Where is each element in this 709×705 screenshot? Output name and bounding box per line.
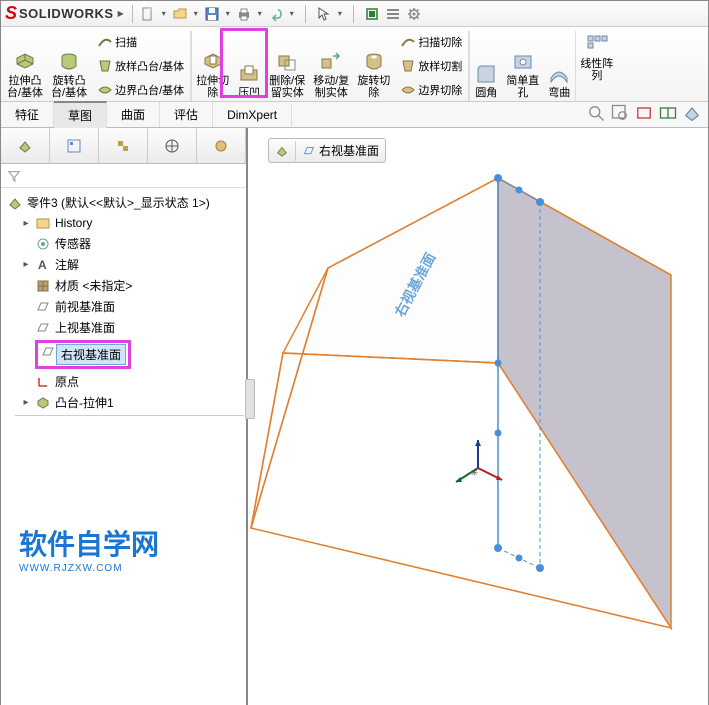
feature-tree-tab[interactable] — [1, 128, 50, 163]
settings-gear-icon[interactable] — [405, 5, 423, 23]
tree-right-plane[interactable]: 右视基准面 — [3, 338, 244, 371]
plane-icon — [40, 344, 56, 360]
flex-button[interactable]: 弯曲 — [543, 60, 575, 101]
tree-top-plane[interactable]: 上视基准面 — [3, 317, 244, 338]
panel-tabs — [1, 128, 246, 164]
svg-text:✳: ✳ — [470, 468, 478, 479]
revolve-boss-button[interactable]: 旋转凸 台/基体 — [47, 48, 91, 101]
app-logo[interactable]: S SOLIDWORKS ▶ — [5, 3, 126, 24]
extrude-boss-button[interactable]: 拉伸凸 台/基体 — [3, 48, 47, 101]
swept-cut-button[interactable]: 扫描切除 — [398, 31, 464, 53]
display-tab[interactable] — [197, 128, 246, 163]
tree-boss-extrude[interactable]: ▸ 凸台-拉伸1 — [3, 392, 244, 413]
app-name: SOLIDWORKS — [19, 6, 114, 21]
linear-pattern-button[interactable]: 线性阵 列 — [575, 31, 617, 101]
tree-root[interactable]: 零件3 (默认<<默认>_显示状态 1>) — [3, 192, 244, 213]
origin-icon — [35, 374, 51, 390]
print-icon[interactable] — [235, 5, 253, 23]
fillet-button[interactable]: 圆角 — [470, 60, 502, 101]
chevron-down-icon[interactable]: ▾ — [256, 9, 264, 18]
select-cursor-icon[interactable] — [315, 5, 333, 23]
delete-keep-button[interactable]: 删除/保 留实体 — [265, 48, 309, 101]
part-icon — [275, 144, 289, 158]
graphics-viewport[interactable]: 右视基准面 — [248, 128, 708, 705]
tab-sketch[interactable]: 草图 — [54, 101, 107, 128]
annotation-icon: A — [35, 257, 51, 273]
chevron-down-icon[interactable]: ▾ — [288, 9, 296, 18]
display-style-icon[interactable] — [682, 103, 702, 123]
new-file-icon[interactable] — [139, 5, 157, 23]
indent-button[interactable]: 压凹 — [233, 60, 265, 101]
panel-collapse-handle[interactable] — [245, 379, 255, 419]
tab-surface[interactable]: 曲面 — [107, 102, 160, 127]
tab-evaluate[interactable]: 评估 — [160, 102, 213, 127]
boundary-boss-button[interactable]: 边界凸台/基体 — [95, 79, 186, 101]
solidworks-s-icon: S — [5, 3, 17, 24]
revolve-cut-button[interactable]: 旋转切 除 — [353, 48, 394, 101]
chevron-right-icon[interactable]: ▶ — [116, 9, 126, 18]
tab-feature[interactable]: 特征 — [1, 102, 54, 127]
chevron-down-icon[interactable]: ▾ — [160, 9, 168, 18]
undo-icon[interactable] — [267, 5, 285, 23]
extrude-feature-icon — [35, 395, 51, 411]
tree-sensors[interactable]: 传感器 — [3, 233, 244, 254]
expand-icon[interactable]: ▸ — [21, 397, 31, 408]
move-copy-button[interactable]: 移动/复 制实体 — [309, 48, 353, 101]
config-tab[interactable] — [99, 128, 148, 163]
boundary-cut-button[interactable]: 边界切除 — [398, 79, 464, 101]
feature-tree: 零件3 (默认<<默认>_显示状态 1>) ▸ History 传感器 ▸ A … — [1, 188, 246, 705]
chevron-down-icon[interactable]: ▾ — [336, 9, 344, 18]
chevron-down-icon[interactable]: ▾ — [224, 9, 232, 18]
tree-front-plane[interactable]: 前视基准面 — [3, 296, 244, 317]
plane-icon — [35, 299, 51, 315]
chevron-down-icon[interactable]: ▾ — [192, 9, 200, 18]
tree-origin[interactable]: 原点 — [3, 371, 244, 392]
expand-icon[interactable]: ▸ — [21, 218, 31, 229]
tree-history[interactable]: ▸ History — [3, 213, 244, 233]
save-icon[interactable] — [203, 5, 221, 23]
svg-text:A: A — [38, 258, 47, 272]
loft-boss-button[interactable]: 放样凸台/基体 — [95, 55, 186, 77]
plane-icon — [302, 144, 316, 158]
rollback-bar[interactable] — [15, 415, 244, 416]
breadcrumb: 右视基准面 — [268, 138, 386, 163]
extrude-cut-button[interactable]: 拉伸切 除 — [192, 48, 233, 101]
zoom-fit-icon[interactable] — [586, 103, 606, 123]
view-toolbar — [586, 103, 702, 123]
simple-hole-button[interactable]: 简单直 孔 — [502, 48, 543, 101]
sweep-button[interactable]: 扫描 — [95, 31, 186, 53]
property-tab[interactable] — [50, 128, 99, 163]
tree-material[interactable]: 材质 <未指定> — [3, 275, 244, 296]
dimxpert-tab[interactable] — [148, 128, 197, 163]
watermark: 软件自学网 WWW.RJZXW.COM — [19, 523, 159, 574]
separator — [305, 5, 306, 23]
sensor-icon — [35, 236, 51, 252]
material-icon — [35, 278, 51, 294]
funnel-icon — [7, 169, 21, 183]
part-icon — [7, 195, 23, 211]
title-bar: S SOLIDWORKS ▶ ▾ ▾ ▾ ▾ ▾ ▾ — [1, 1, 708, 27]
ribbon-features: 拉伸凸 台/基体 旋转凸 台/基体 扫描 放样凸台/基体 边界凸台/基体 拉伸切… — [1, 27, 708, 102]
filter-bar[interactable] — [1, 164, 246, 188]
zoom-area-icon[interactable] — [610, 103, 630, 123]
feature-manager-panel: 零件3 (默认<<默认>_显示状态 1>) ▸ History 传感器 ▸ A … — [1, 128, 248, 705]
loft-cut-button[interactable]: 放样切割 — [398, 55, 464, 77]
separator — [132, 5, 133, 23]
previous-view-icon[interactable] — [634, 103, 654, 123]
tree-annotations[interactable]: ▸ A 注解 — [3, 254, 244, 275]
separator — [353, 5, 354, 23]
expand-icon[interactable]: ▸ — [21, 259, 31, 270]
plane-icon — [35, 320, 51, 336]
rebuild-icon[interactable] — [363, 5, 381, 23]
model-wireframe: 右视基准面 ✳ — [248, 128, 708, 698]
open-file-icon[interactable] — [171, 5, 189, 23]
section-view-icon[interactable] — [658, 103, 678, 123]
quick-access-toolbar: ▾ ▾ ▾ ▾ ▾ ▾ — [139, 5, 423, 23]
options-icon[interactable] — [384, 5, 402, 23]
tab-dimxpert[interactable]: DimXpert — [213, 104, 292, 126]
history-folder-icon — [35, 215, 51, 231]
breadcrumb-part[interactable] — [269, 141, 296, 161]
breadcrumb-plane[interactable]: 右视基准面 — [296, 139, 385, 162]
